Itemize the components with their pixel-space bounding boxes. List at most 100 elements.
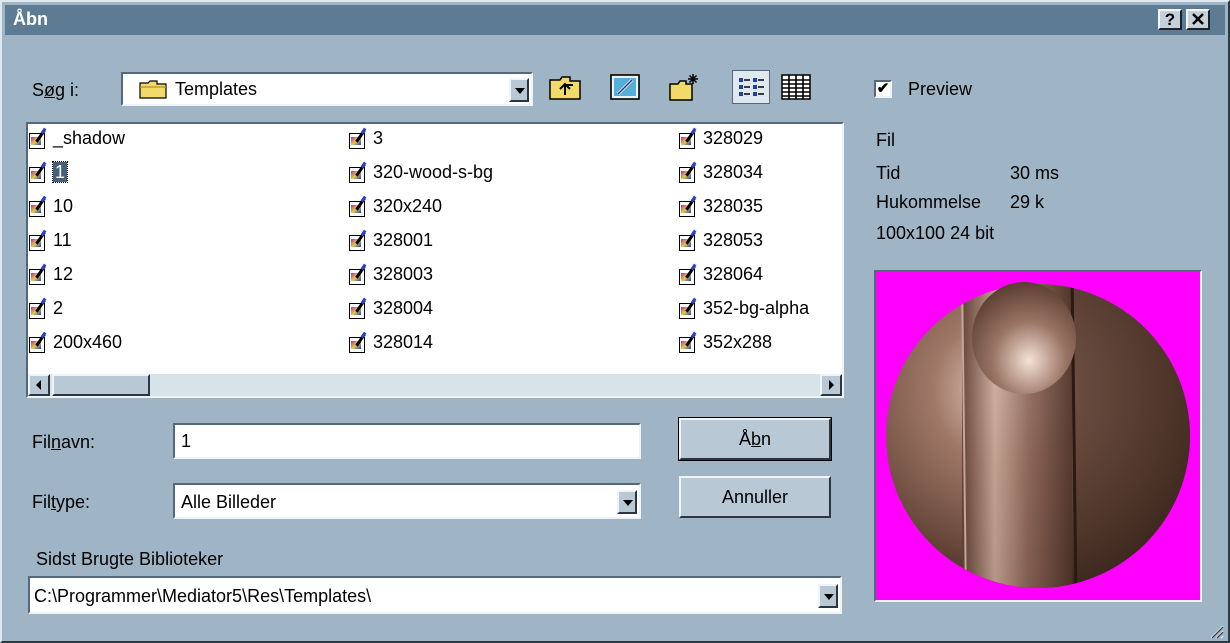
image-file-icon xyxy=(348,195,370,218)
image-file-icon xyxy=(28,297,50,320)
image-file-icon xyxy=(348,263,370,286)
file-list-item[interactable]: 328034 xyxy=(678,157,763,187)
file-list-item[interactable]: 12 xyxy=(28,259,73,289)
preview-time-value: 30 ms xyxy=(1010,163,1060,183)
file-list-item[interactable]: 1 xyxy=(28,157,69,187)
preview-checkbox-label: Preview xyxy=(908,79,973,99)
image-file-icon xyxy=(678,297,700,320)
image-file-icon xyxy=(678,195,700,218)
file-name: 11 xyxy=(53,230,72,250)
file-list-item[interactable]: 2 xyxy=(28,293,63,323)
preview-checkbox[interactable]: ✔ xyxy=(874,80,892,98)
file-name: 328034 xyxy=(703,162,764,182)
image-file-icon xyxy=(28,195,50,218)
preview-memory-value: 29 k xyxy=(1010,192,1045,212)
desktop-icon xyxy=(610,74,640,100)
file-list-item[interactable]: 328001 xyxy=(348,225,433,255)
scroll-left-button[interactable] xyxy=(28,374,50,396)
file-name: 10 xyxy=(53,196,74,216)
image-file-icon xyxy=(678,229,700,252)
help-button[interactable]: ? xyxy=(1158,9,1182,30)
file-name: 328014 xyxy=(373,332,434,352)
file-list-item[interactable]: 328003 xyxy=(348,259,433,289)
look-in-label: Søg i: xyxy=(32,80,80,100)
image-file-icon xyxy=(28,229,50,252)
file-list-item[interactable]: 11 xyxy=(28,225,72,255)
up-one-level-button[interactable] xyxy=(546,70,584,104)
file-name: 328029 xyxy=(703,128,764,148)
file-name: 328035 xyxy=(703,196,764,216)
new-folder-button[interactable] xyxy=(664,70,702,104)
image-file-icon xyxy=(678,331,700,354)
filetype-select[interactable]: Alle Billeder xyxy=(173,483,641,519)
recent-dirs-value: C:\Programmer\Mediator5\Res\Templates\ xyxy=(34,586,372,606)
recent-dirs-label: Sidst Brugte Biblioteker xyxy=(36,549,224,569)
look-in-combobox[interactable]: Templates xyxy=(121,72,533,106)
new-folder-icon xyxy=(669,74,698,101)
recent-dirs-dropdown-button[interactable] xyxy=(818,584,838,608)
file-name: _shadow xyxy=(53,128,126,148)
file-name: 328003 xyxy=(373,264,434,284)
file-name: 328004 xyxy=(373,298,434,318)
image-file-icon xyxy=(348,297,370,320)
file-name: 320-wood-s-bg xyxy=(373,162,494,182)
details-view-button[interactable] xyxy=(776,70,816,104)
scroll-right-button[interactable] xyxy=(820,374,842,396)
file-list-item[interactable]: _shadow xyxy=(28,123,125,153)
file-name: 328064 xyxy=(703,264,764,284)
file-list-item[interactable]: 320-wood-s-bg xyxy=(348,157,493,187)
desktop-button[interactable] xyxy=(606,70,644,104)
file-list-item[interactable]: 352-bg-alpha xyxy=(678,293,809,323)
file-list-items: _shadow 1 10 11 12 2 200x460 3 320-wood-s-bg 320x… xyxy=(26,122,844,398)
arrow-right-icon xyxy=(829,380,834,390)
file-list-item[interactable]: 328014 xyxy=(348,327,433,357)
file-list-item[interactable]: 328053 xyxy=(678,225,763,255)
file-list-item[interactable]: 200x460 xyxy=(28,327,122,357)
file-list-item[interactable]: 10 xyxy=(28,191,73,221)
preview-time-label: Tid xyxy=(876,163,901,183)
file-name: 1 xyxy=(51,161,69,183)
file-list-item[interactable]: 328035 xyxy=(678,191,763,221)
scroll-thumb[interactable] xyxy=(52,374,150,396)
look-in-value: Templates xyxy=(175,79,258,99)
filetype-dropdown-button[interactable] xyxy=(617,490,637,514)
file-list-item[interactable]: 328064 xyxy=(678,259,763,289)
open-dialog: Åbn ? Søg i: Templates _shadow 1 10 11 1… xyxy=(0,0,1230,643)
image-file-icon xyxy=(28,161,50,184)
image-file-icon xyxy=(28,127,50,150)
filetype-value: Alle Billeder xyxy=(181,492,277,512)
image-file-icon xyxy=(28,331,50,354)
cancel-button[interactable]: Annuller xyxy=(679,476,831,518)
image-file-icon xyxy=(678,161,700,184)
file-list-item[interactable]: 320x240 xyxy=(348,191,442,221)
open-button[interactable]: Åbn xyxy=(678,417,832,461)
close-button[interactable] xyxy=(1186,9,1210,30)
file-name: 2 xyxy=(53,298,64,318)
folder-icon xyxy=(139,80,167,99)
details-view-icon xyxy=(781,74,811,100)
filename-label: Filnavn: xyxy=(32,432,96,452)
list-view-button[interactable] xyxy=(732,70,770,104)
file-list-item[interactable]: 328029 xyxy=(678,123,763,153)
look-in-dropdown-button[interactable] xyxy=(509,78,529,102)
recent-dirs-combobox[interactable]: C:\Programmer\Mediator5\Res\Templates\ xyxy=(28,576,842,614)
file-name: 352x288 xyxy=(703,332,773,352)
file-list-item[interactable]: 328004 xyxy=(348,293,433,323)
window-title: Åbn xyxy=(13,9,48,29)
horizontal-scrollbar[interactable] xyxy=(28,374,842,396)
file-list-item[interactable]: 352x288 xyxy=(678,327,772,357)
preview-file-label: Fil xyxy=(876,130,895,150)
title-bar[interactable]: Åbn ? xyxy=(5,5,1225,35)
file-name: 352-bg-alpha xyxy=(703,298,810,318)
list-view-icon xyxy=(739,78,764,96)
close-icon xyxy=(1192,13,1204,25)
image-file-icon xyxy=(348,331,370,354)
resize-grip-icon[interactable] xyxy=(1208,623,1224,639)
file-name: 12 xyxy=(53,264,74,284)
filename-input[interactable]: 1 xyxy=(173,423,641,459)
image-file-icon xyxy=(348,127,370,150)
file-list-item[interactable]: 3 xyxy=(348,123,383,153)
file-name: 3 xyxy=(373,128,384,148)
file-name: 320x240 xyxy=(373,196,443,216)
file-name: 328001 xyxy=(373,230,434,250)
